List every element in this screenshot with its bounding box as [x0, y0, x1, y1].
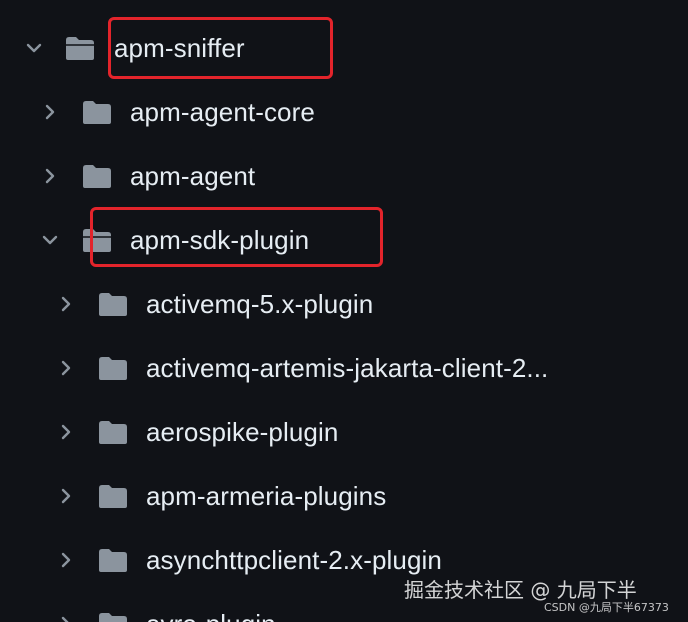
watermark-csdn: CSDN @九局下半67373: [544, 601, 669, 614]
tree-item-label: apm-agent-core: [130, 97, 315, 127]
tree-item-label: activemq-5.x-plugin: [146, 289, 374, 319]
tree-item-label: apm-sdk-plugin: [130, 225, 310, 255]
tree-item-label: aerospike-plugin: [146, 417, 339, 447]
tree-item-activemq-5x-plugin[interactable]: activemq-5.x-plugin: [0, 272, 688, 336]
tree-item-apm-agent-core[interactable]: apm-agent-core: [0, 80, 688, 144]
tree-item-apm-sniffer[interactable]: apm-sniffer: [0, 16, 688, 80]
tree-item-aerospike-plugin[interactable]: aerospike-plugin: [0, 400, 688, 464]
folder-icon: [99, 549, 127, 572]
folder-open-icon: [66, 37, 94, 60]
tree-item-activemq-artemis-jakarta-client[interactable]: activemq-artemis-jakarta-client-2...: [0, 336, 688, 400]
folder-icon: [99, 613, 127, 622]
chevron-right-icon[interactable]: [40, 102, 60, 122]
tree-item-label: apm-agent: [130, 161, 256, 191]
chevron-right-icon[interactable]: [56, 486, 76, 506]
chevron-down-icon[interactable]: [40, 230, 60, 250]
folder-icon: [83, 165, 111, 188]
chevron-right-icon[interactable]: [56, 422, 76, 442]
tree-item-label: asynchttpclient-2.x-plugin: [146, 545, 442, 575]
watermark-juejin: 掘金技术社区 @ 九局下半: [404, 578, 637, 602]
chevron-right-icon[interactable]: [40, 166, 60, 186]
tree-item-apm-sdk-plugin[interactable]: apm-sdk-plugin: [0, 208, 688, 272]
tree-item-label: avro-plugin: [146, 608, 276, 622]
chevron-right-icon[interactable]: [56, 294, 76, 314]
folder-open-icon: [83, 229, 111, 252]
tree-item-label: activemq-artemis-jakarta-client-2...: [146, 353, 549, 383]
folder-icon: [99, 293, 127, 316]
tree-item-apm-agent[interactable]: apm-agent: [0, 144, 688, 208]
folder-icon: [83, 101, 111, 124]
tree-item-apm-armeria-plugins[interactable]: apm-armeria-plugins: [0, 464, 688, 528]
tree-item-label: apm-armeria-plugins: [146, 481, 387, 511]
tree-item-label: apm-sniffer: [114, 33, 245, 63]
chevron-right-icon[interactable]: [56, 358, 76, 378]
chevron-right-icon[interactable]: [56, 550, 76, 570]
folder-icon: [99, 357, 127, 380]
file-tree: apm-sniffer apm-agent-core apm-agent apm…: [0, 0, 688, 622]
folder-icon: [99, 421, 127, 444]
folder-icon: [99, 485, 127, 508]
chevron-down-icon[interactable]: [24, 38, 44, 58]
chevron-right-icon[interactable]: [56, 614, 76, 622]
